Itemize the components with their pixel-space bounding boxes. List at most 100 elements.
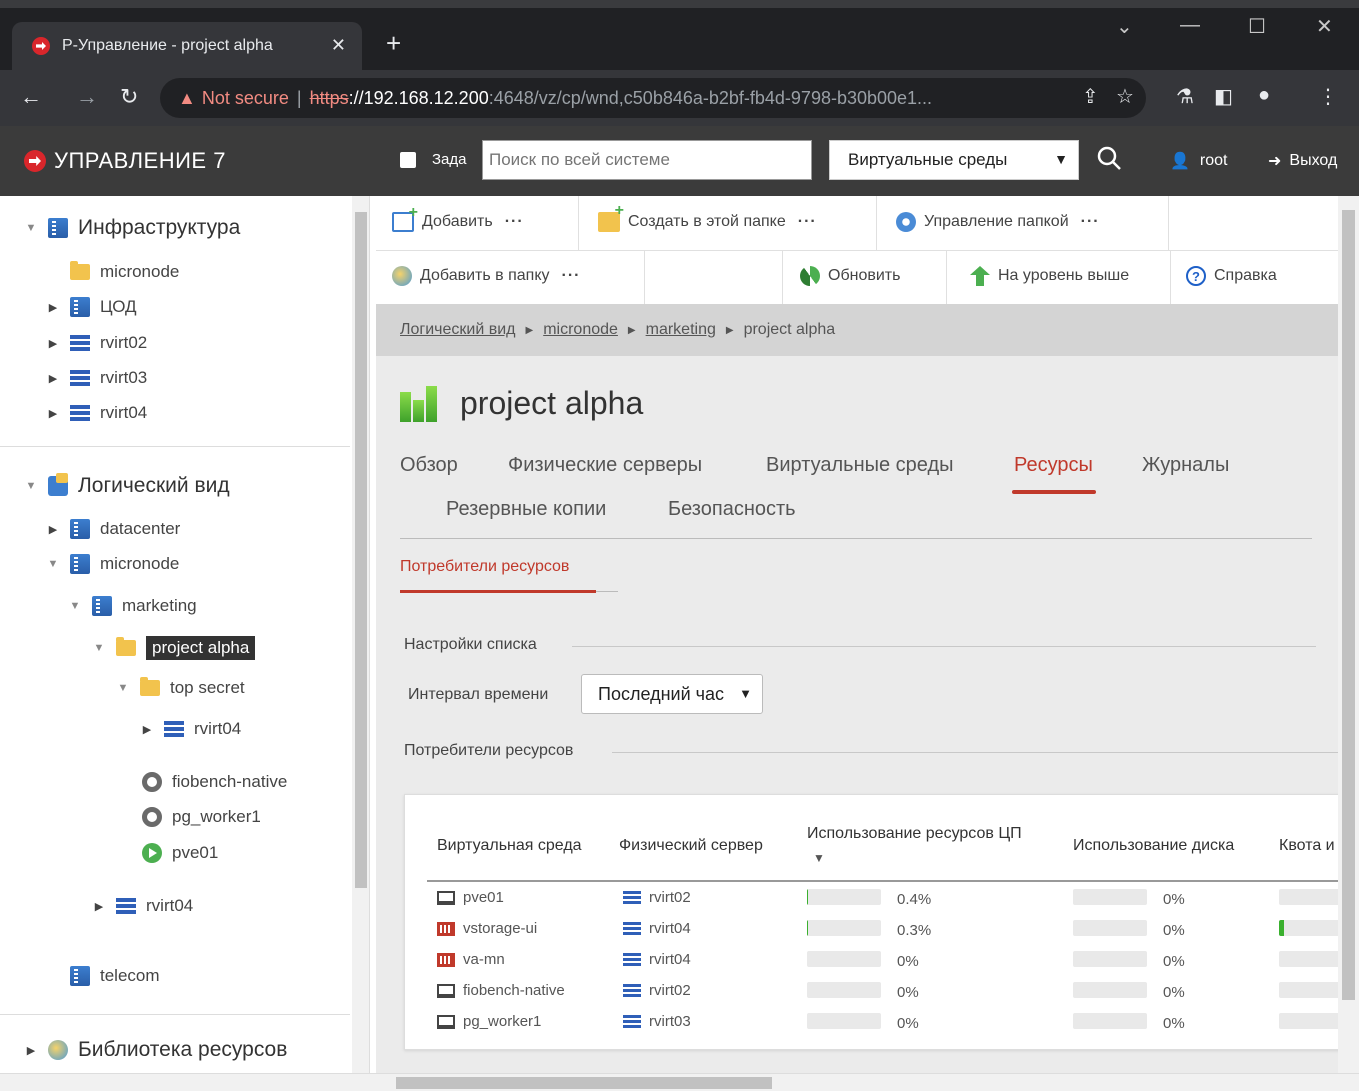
tree-node-rvirt04-child[interactable]: ▶ rvirt04 <box>140 719 241 739</box>
tab-physical-servers[interactable]: Физические серверы <box>508 454 702 477</box>
labs-flask-icon[interactable]: ⚗ <box>1176 84 1194 109</box>
cell-vm[interactable]: pg_worker1 <box>437 1013 541 1030</box>
tree-node-rvirt04[interactable]: ▶ rvirt04 <box>46 403 147 423</box>
sidebar-scrollbar-thumb[interactable] <box>355 212 367 888</box>
expand-arrow-icon[interactable]: ▼ <box>92 642 106 654</box>
browser-menu-icon[interactable]: ⋮ <box>1318 84 1338 109</box>
tree-node-micronode[interactable]: ▼ micronode <box>46 554 179 574</box>
forward-arrow-icon[interactable]: → <box>76 84 98 110</box>
add-to-folder-button[interactable]: Добавить в папку ··· <box>392 266 581 286</box>
tree-node-telecom[interactable]: telecom <box>70 966 160 986</box>
app-logo[interactable]: УПРАВЛЕНИЕ 7 <box>24 148 226 174</box>
user-menu[interactable]: 👤 root <box>1170 151 1228 171</box>
column-header-quota[interactable]: Квота и <box>1279 837 1335 855</box>
cell-vm[interactable]: pve01 <box>437 889 504 906</box>
profile-avatar-icon[interactable]: ● <box>1258 84 1270 107</box>
collapsed-arrow-icon[interactable]: ▶ <box>46 407 60 420</box>
tab-security[interactable]: Безопасность <box>668 498 796 521</box>
tab-resources[interactable]: Ресурсы <box>1014 454 1093 477</box>
collapsed-arrow-icon[interactable]: ▶ <box>46 301 60 314</box>
column-header-cpu[interactable]: Использование ресурсов ЦП <box>807 825 1022 843</box>
breadcrumb-link[interactable]: micronode <box>543 321 618 339</box>
collapsed-arrow-icon[interactable]: ▶ <box>46 523 60 536</box>
horizontal-scrollbar[interactable] <box>0 1073 1359 1091</box>
cell-server[interactable]: rvirt02 <box>623 889 691 906</box>
tree-node-marketing[interactable]: ▼ marketing <box>68 596 197 616</box>
more-icon[interactable]: ··· <box>798 213 817 231</box>
tab-logs[interactable]: Журналы <box>1142 454 1229 477</box>
collapsed-arrow-icon[interactable]: ▶ <box>92 900 106 913</box>
tab-backups[interactable]: Резервные копии <box>446 498 606 521</box>
collapsed-arrow-icon[interactable]: ▶ <box>46 337 60 350</box>
tasks-button[interactable]: Зада <box>400 151 467 168</box>
breadcrumb-link[interactable]: Логический вид <box>400 321 516 339</box>
content-scrollbar-thumb[interactable] <box>1342 210 1355 1000</box>
interval-select[interactable]: Последний час ▼ <box>581 674 763 714</box>
reload-icon[interactable]: ↻ <box>120 84 138 110</box>
tree-node-rvirt03[interactable]: ▶ rvirt03 <box>46 368 147 388</box>
cell-vm[interactable]: fiobench-native <box>437 982 565 999</box>
expand-arrow-icon[interactable]: ▼ <box>46 558 60 570</box>
collapsed-arrow-icon[interactable]: ▶ <box>46 372 60 385</box>
cell-vm[interactable]: va-mn <box>437 951 505 968</box>
tree-node-logical-view[interactable]: ▼ Логический вид <box>24 473 230 498</box>
more-icon[interactable]: ··· <box>562 267 581 285</box>
create-in-folder-button[interactable]: Создать в этой папке ··· <box>598 202 817 232</box>
tree-node-fiobench[interactable]: fiobench-native <box>142 772 287 792</box>
close-window-button[interactable]: ✕ <box>1316 14 1333 39</box>
manage-folder-button[interactable]: Управление папкой ··· <box>896 212 1100 232</box>
address-bar[interactable]: ▲ Not secure | https ://192.168.12.200 :… <box>160 78 1146 118</box>
tree-node-rvirt04-project[interactable]: ▶ rvirt04 <box>92 896 193 916</box>
tab-close-icon[interactable]: ✕ <box>331 35 346 56</box>
tree-node-top-secret[interactable]: ▼ top secret <box>116 677 245 698</box>
content-scrollbar[interactable] <box>1338 196 1359 1076</box>
tree-node-project-alpha[interactable]: ▼ project alpha <box>92 636 256 660</box>
tree-node-infrastructure[interactable]: ▼ Инфраструктура <box>24 216 241 240</box>
expand-arrow-icon[interactable]: ▼ <box>24 480 38 492</box>
global-search-input[interactable] <box>482 140 812 180</box>
new-tab-button[interactable]: + <box>386 28 401 58</box>
column-header-vm[interactable]: Виртуальная среда <box>437 837 582 855</box>
level-up-button[interactable]: На уровень выше <box>970 266 1129 286</box>
tree-node-datacenter-cod[interactable]: ▶ ЦОД <box>46 297 137 317</box>
add-button[interactable]: Добавить ··· <box>392 204 524 232</box>
collapsed-arrow-icon[interactable]: ▶ <box>24 1044 38 1057</box>
tree-node-pve01[interactable]: pve01 <box>142 843 218 863</box>
share-icon[interactable]: ⇪ <box>1082 84 1099 109</box>
refresh-button[interactable]: Обновить <box>800 266 900 286</box>
side-panel-icon[interactable]: ◧ <box>1214 84 1233 109</box>
tree-node-micronode-infra[interactable]: micronode <box>70 261 179 282</box>
maximize-button[interactable]: ☐ <box>1248 14 1266 39</box>
search-icon[interactable] <box>1096 145 1122 171</box>
browser-tab[interactable]: Р-Управление - project alpha ✕ <box>12 22 362 70</box>
cell-server[interactable]: rvirt04 <box>623 920 691 937</box>
back-arrow-icon[interactable]: ← <box>20 84 42 110</box>
bookmark-star-icon[interactable]: ☆ <box>1116 84 1134 109</box>
tree-node-resource-library[interactable]: ▶ Библиотека ресурсов <box>24 1038 288 1062</box>
logout-button[interactable]: ➜ Выход <box>1268 151 1337 171</box>
more-icon[interactable]: ··· <box>1081 213 1100 231</box>
collapsed-arrow-icon[interactable]: ▶ <box>140 723 154 736</box>
tab-virtual-environments[interactable]: Виртуальные среды <box>766 454 954 477</box>
horizontal-scrollbar-thumb[interactable] <box>396 1077 772 1089</box>
column-header-disk[interactable]: Использование диска <box>1073 837 1234 855</box>
column-header-server[interactable]: Физический сервер <box>619 837 763 855</box>
cell-server[interactable]: rvirt04 <box>623 951 691 968</box>
help-button[interactable]: ? Справка <box>1186 266 1277 286</box>
subtab-resource-consumers[interactable]: Потребители ресурсов <box>400 558 569 576</box>
minimize-button[interactable]: — <box>1180 14 1200 37</box>
cell-server[interactable]: rvirt02 <box>623 982 691 999</box>
tree-node-rvirt02[interactable]: ▶ rvirt02 <box>46 333 147 353</box>
expand-arrow-icon[interactable]: ▼ <box>116 682 130 694</box>
expand-arrow-icon[interactable]: ▼ <box>68 600 82 612</box>
search-scope-select[interactable]: Виртуальные среды ▼ <box>829 140 1079 180</box>
sort-desc-icon[interactable]: ▼ <box>813 851 825 865</box>
cell-vm[interactable]: vstorage-ui <box>437 920 537 937</box>
cell-server[interactable]: rvirt03 <box>623 1013 691 1030</box>
table-row[interactable]: vstorage-ui rvirt04 0.3% 0% <box>405 916 1338 946</box>
tree-node-pg-worker[interactable]: pg_worker1 <box>142 807 261 827</box>
more-icon[interactable]: ··· <box>505 213 524 231</box>
tree-node-datacenter[interactable]: ▶ datacenter <box>46 519 180 539</box>
tab-overview[interactable]: Обзор <box>400 454 458 477</box>
expand-arrow-icon[interactable]: ▼ <box>24 222 38 234</box>
